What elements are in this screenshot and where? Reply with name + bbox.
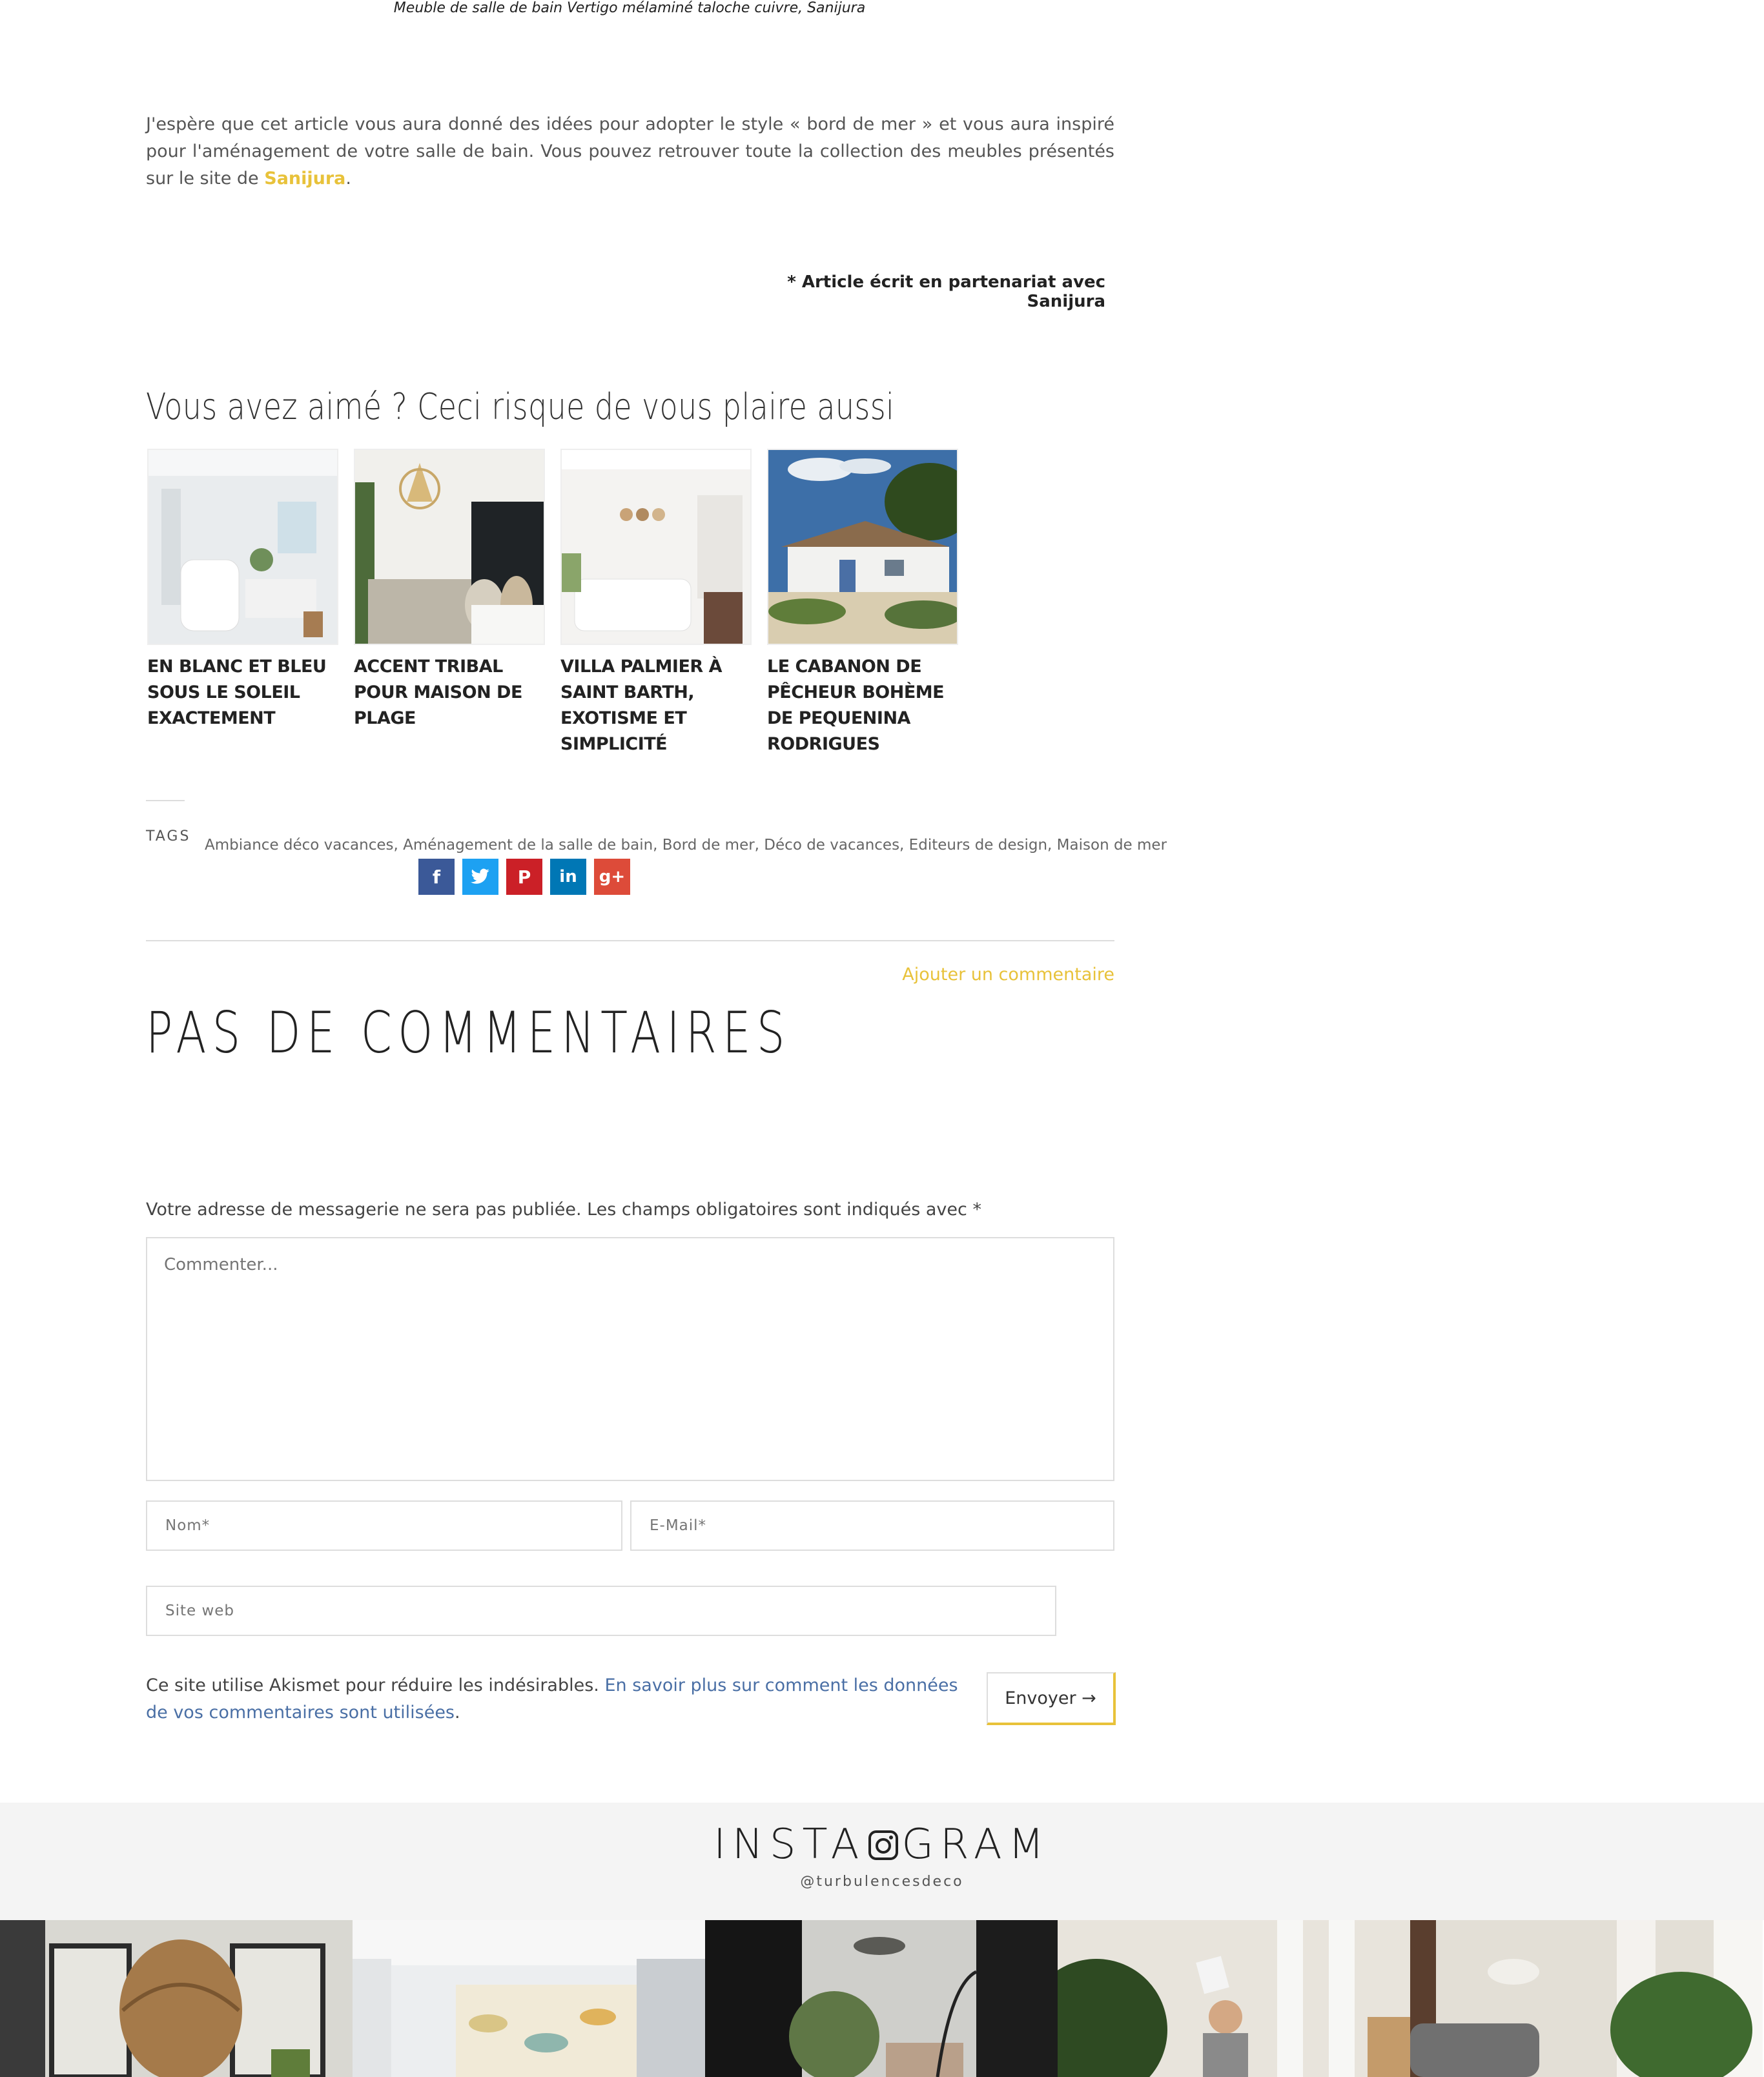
related-post-card[interactable]: VILLA PALMIER À SAINT BARTH, EXOTISME ET… [560,449,752,757]
related-post-thumbnail[interactable] [354,449,545,645]
related-post-title[interactable]: LE CABANON DE PÊCHEUR BOHÈME DE PEQUENIN… [767,654,958,757]
article-conclusion: J'espère que cet article vous aura donné… [146,111,1114,192]
facebook-icon[interactable]: f [418,859,455,895]
related-post-thumbnail[interactable] [147,449,338,645]
instagram-photo[interactable] [1058,1920,1410,2077]
tags-label: TAGS [146,828,191,844]
related-post-title[interactable]: EN BLANC ET BLEU SOUS LE SOLEIL EXACTEME… [147,654,338,732]
akismet-end: . [455,1703,460,1723]
instagram-title: INSTA GRAM [0,1821,1764,1868]
instagram-photo[interactable] [1410,1920,1763,2077]
instagram-handle[interactable]: @turbulencesdeco [0,1874,1764,1890]
related-post-card[interactable]: ACCENT TRIBAL POUR MAISON DE PLAGE [354,449,545,732]
tags-list[interactable]: Ambiance déco vacances, Aménagement de l… [205,837,1167,854]
instagram-photo[interactable] [353,1920,705,2077]
sanijura-link[interactable]: Sanijura [264,169,345,189]
comments-heading: PAS DE COMMENTAIRES [146,999,791,1066]
section-divider [146,940,1114,941]
comment-notice: Votre adresse de messagerie ne sera pas … [146,1200,981,1220]
partnership-note: * Article écrit en partenariat avec Sani… [787,272,1105,311]
submit-comment-button[interactable]: Envoyer → [987,1672,1116,1725]
instagram-title-right: GRAM [901,1821,1051,1868]
google-plus-icon[interactable]: g+ [594,859,630,895]
name-field[interactable] [146,1500,622,1551]
related-post-card[interactable]: LE CABANON DE PÊCHEUR BOHÈME DE PEQUENIN… [767,449,958,757]
add-comment-link[interactable]: Ajouter un commentaire [902,965,1114,985]
related-post-card[interactable]: EN BLANC ET BLEU SOUS LE SOLEIL EXACTEME… [147,449,338,732]
related-posts-title: Vous avez aimé ? Ceci risque de vous pla… [146,386,895,428]
twitter-icon[interactable] [462,859,498,895]
tags-divider [146,800,185,801]
related-post-title[interactable]: ACCENT TRIBAL POUR MAISON DE PLAGE [354,654,545,732]
akismet-notice: Ce site utilise Akismet pour réduire les… [146,1672,966,1726]
website-field[interactable] [146,1586,1056,1636]
akismet-text: Ce site utilise Akismet pour réduire les… [146,1675,605,1695]
related-post-thumbnail[interactable] [767,449,958,645]
instagram-photo[interactable] [0,1920,353,2077]
instagram-title-left: INSTA [713,1821,866,1868]
instagram-icon [868,1823,899,1860]
image-caption: Meuble de salle de bain Vertigo mélaminé… [393,0,866,16]
pinterest-icon[interactable]: P [506,859,542,895]
email-field[interactable] [630,1500,1114,1551]
related-post-title[interactable]: VILLA PALMIER À SAINT BARTH, EXOTISME ET… [560,654,752,757]
comment-textarea[interactable] [146,1237,1114,1481]
linkedin-icon[interactable]: in [550,859,586,895]
related-post-thumbnail[interactable] [560,449,752,645]
instagram-photo[interactable] [705,1920,1058,2077]
article-conclusion-end: . [345,169,351,189]
